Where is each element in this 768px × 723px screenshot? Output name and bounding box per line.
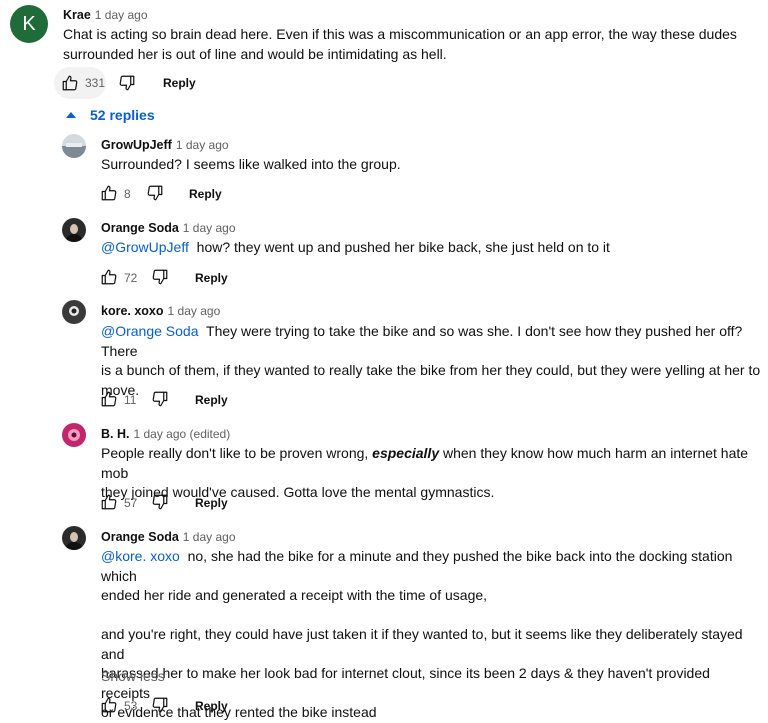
thumbs-up-icon[interactable]: [100, 493, 118, 511]
reply-header: Orange Soda 1 day ago: [101, 528, 236, 546]
reply-text: @GrowUpJeff how? they went up and pushed…: [101, 238, 761, 258]
replies-toggle[interactable]: 52 replies: [66, 107, 155, 123]
reply-text-line: harassed her to make her look bad for in…: [101, 665, 710, 701]
reply-time[interactable]: 1 day ago: [168, 304, 221, 318]
reply-author[interactable]: Orange Soda: [101, 530, 179, 544]
like-count: 8: [124, 187, 131, 201]
thumbs-down-icon[interactable]: [151, 696, 169, 714]
reply-button[interactable]: Reply: [189, 187, 222, 201]
like-count: 11: [124, 393, 137, 407]
reply-header: B. H. 1 day ago (edited): [101, 425, 230, 443]
reply-author[interactable]: GrowUpJeff: [101, 138, 172, 152]
thumbs-up-icon[interactable]: [100, 390, 118, 408]
avatar-letter: K: [22, 12, 36, 35]
mention-link[interactable]: @kore. xoxo: [101, 548, 180, 564]
thumbs-down-icon[interactable]: [146, 184, 164, 202]
like-count: 72: [124, 271, 138, 285]
thumbs-down-icon[interactable]: [151, 493, 169, 511]
like-count: 53: [124, 699, 138, 713]
like-count: 57: [124, 496, 138, 510]
reply-text-body: how? they went up and pushed her bike ba…: [196, 239, 610, 255]
thumbs-up-icon[interactable]: [100, 184, 118, 202]
comment-time[interactable]: 1 day ago: [95, 8, 148, 22]
reply-author[interactable]: Orange Soda: [101, 221, 179, 235]
avatar[interactable]: [62, 134, 86, 158]
avatar[interactable]: [62, 526, 86, 550]
like-count: 331: [85, 76, 106, 90]
reply-text: People really don't like to be proven wr…: [101, 444, 761, 503]
comment-header: Krae 1 day ago: [63, 6, 148, 24]
avatar[interactable]: [62, 218, 86, 242]
reply-text-segment: People really don't like to be proven wr…: [101, 445, 373, 461]
reply-time[interactable]: 1 day ago: [176, 138, 229, 152]
reply-button[interactable]: Reply: [163, 76, 196, 90]
reply-author[interactable]: kore. xoxo: [101, 304, 164, 318]
replies-count: 52 replies: [90, 107, 155, 123]
reply-text: Surrounded? I seems like walked into the…: [101, 156, 401, 172]
thumbs-up-icon[interactable]: [100, 696, 118, 714]
reply-button[interactable]: Reply: [195, 393, 228, 407]
reply-header: kore. xoxo 1 day ago: [101, 302, 220, 320]
thumbs-up-icon[interactable]: [100, 268, 118, 286]
reply-button[interactable]: Reply: [195, 271, 228, 285]
reply-text-line: is a bunch of them, if they wanted to re…: [101, 362, 761, 378]
thumbs-up-icon: [61, 74, 79, 92]
reply-text-line: ended her ride and generated a receipt w…: [101, 587, 488, 603]
reply-text-line: and you're right, they could have just t…: [101, 626, 743, 662]
reply-button[interactable]: Reply: [195, 496, 228, 510]
reply-time[interactable]: 1 day ago: [183, 530, 236, 544]
reply-text-emphasis: especially: [372, 445, 440, 461]
reply-time[interactable]: 1 day ago (edited): [133, 427, 230, 441]
reply-text: @kore. xoxo no, she had the bike for a m…: [101, 547, 761, 723]
comment-author[interactable]: Krae: [63, 8, 91, 22]
avatar[interactable]: [62, 423, 86, 447]
thumbs-down-icon[interactable]: [151, 390, 169, 408]
reply-button[interactable]: Reply: [195, 699, 228, 713]
avatar[interactable]: [62, 300, 86, 324]
reply-text-line: no, she had the bike for a minute and th…: [101, 548, 733, 584]
reply-text: @Orange Soda They were trying to take th…: [101, 322, 761, 400]
comment-text: Chat is acting so brain dead here. Even …: [63, 25, 763, 64]
thumbs-down-icon[interactable]: [151, 268, 169, 286]
reply-header: GrowUpJeff 1 day ago: [101, 136, 229, 154]
mention-link[interactable]: @GrowUpJeff: [101, 239, 189, 255]
avatar[interactable]: K: [10, 5, 48, 43]
show-less-button[interactable]: Show less: [101, 668, 165, 684]
comment-text-line: surrounded her is out of line and would …: [63, 45, 447, 62]
caret-up-icon: [66, 112, 76, 118]
reply-time[interactable]: 1 day ago: [183, 221, 236, 235]
reply-author[interactable]: B. H.: [101, 427, 129, 441]
reply-header: Orange Soda 1 day ago: [101, 219, 236, 237]
thumbs-down-icon[interactable]: [118, 74, 136, 92]
comment-text-line: Chat is acting so brain dead here. Even …: [63, 26, 737, 42]
mention-link[interactable]: @Orange Soda: [101, 323, 199, 339]
